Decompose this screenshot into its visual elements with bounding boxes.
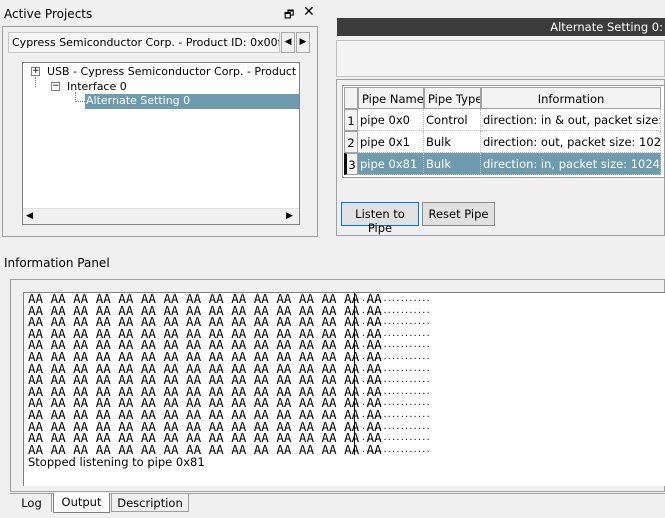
reset-pipe-button[interactable]: Reset Pipe bbox=[422, 202, 495, 226]
hex-dump-divider bbox=[354, 293, 355, 455]
row-header[interactable]: 3 bbox=[344, 153, 358, 175]
cell-pipe-type[interactable]: Bulk bbox=[424, 153, 481, 175]
tab-log[interactable]: Log bbox=[12, 494, 52, 512]
tree-connector bbox=[75, 92, 85, 102]
listen-to-pipe-button[interactable]: Listen to Pipe bbox=[341, 202, 419, 235]
cell-pipe-type[interactable]: Control bbox=[424, 109, 481, 131]
column-header-pipe-type[interactable]: Pipe Type bbox=[424, 87, 481, 109]
cell-information[interactable]: direction: out, packet size: 1024 bbox=[481, 131, 661, 153]
cell-information[interactable]: direction: in, packet size: 1024 bbox=[481, 153, 661, 175]
cell-information[interactable]: direction: in & out, packet size: 9 bbox=[481, 109, 661, 131]
column-header-information[interactable]: Information bbox=[481, 87, 661, 109]
status-message: Stopped listening to pipe 0x81 bbox=[28, 455, 205, 469]
cell-pipe-name[interactable]: pipe 0x1 bbox=[358, 131, 424, 153]
restore-icon[interactable]: 🗗 bbox=[284, 6, 294, 25]
output-text-area[interactable]: AA AA AA AA AA AA AA AA AA AA AA AA AA A… bbox=[23, 292, 665, 486]
collapse-minus-icon[interactable]: − bbox=[51, 82, 60, 91]
cell-pipe-name[interactable]: pipe 0x0 bbox=[358, 109, 424, 131]
project-tree[interactable]: + USB - Cypress Semiconductor Corp. - Pr… bbox=[22, 62, 300, 225]
expand-plus-icon[interactable]: + bbox=[31, 67, 40, 76]
column-header-pipe-name[interactable]: Pipe Name bbox=[358, 87, 424, 109]
scroll-right-icon[interactable]: ▶ bbox=[296, 32, 310, 53]
cell-pipe-name[interactable]: pipe 0x81 bbox=[358, 153, 424, 175]
row-header[interactable]: 2 bbox=[344, 131, 358, 153]
tree-node-usb-device[interactable]: USB - Cypress Semiconductor Corp. - Prod… bbox=[47, 65, 299, 78]
scroll-left-icon[interactable]: ◀ bbox=[26, 211, 33, 221]
cell-pipe-type[interactable]: Bulk bbox=[424, 131, 481, 153]
tree-node-alternate-setting[interactable]: Alternate Setting 0 bbox=[85, 94, 299, 109]
close-icon[interactable]: ✕ bbox=[303, 4, 315, 20]
project-selector[interactable]: Cypress Semiconductor Corp. - Product ID… bbox=[8, 32, 280, 53]
setting-toolbar bbox=[336, 40, 665, 77]
pipes-table[interactable]: Pipe Name Pipe Type Information 1 pipe 0… bbox=[342, 85, 665, 178]
table-corner bbox=[344, 87, 358, 109]
scroll-right-icon[interactable]: ▶ bbox=[286, 211, 293, 221]
ascii-dump: ................ ................ ......… bbox=[361, 294, 431, 454]
row-header[interactable]: 1 bbox=[344, 109, 358, 131]
tree-connector bbox=[35, 77, 36, 87]
setting-header: Alternate Setting 0: bbox=[337, 18, 665, 36]
tree-horizontal-scrollbar[interactable]: ◀ ▶ bbox=[23, 208, 299, 224]
hex-dump: AA AA AA AA AA AA AA AA AA AA AA AA AA A… bbox=[28, 292, 382, 457]
information-panel-title: Information Panel bbox=[4, 256, 110, 270]
tab-output[interactable]: Output bbox=[53, 493, 110, 513]
tab-description[interactable]: Description bbox=[111, 494, 189, 512]
active-projects-title: Active Projects bbox=[4, 7, 93, 21]
scroll-left-icon[interactable]: ◀ bbox=[281, 32, 295, 53]
